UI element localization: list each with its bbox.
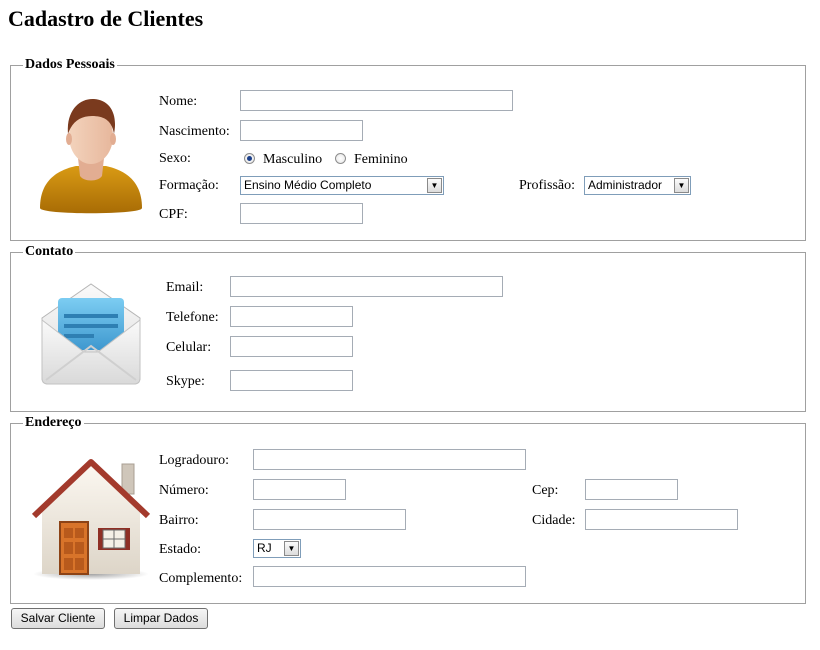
telefone-label: Telefone:: [166, 310, 219, 325]
cpf-input[interactable]: [240, 203, 363, 224]
celular-input[interactable]: [230, 336, 353, 357]
complemento-input[interactable]: [253, 566, 526, 587]
nome-input[interactable]: [240, 90, 513, 111]
contato-legend: Contato: [25, 244, 74, 259]
estado-value: RJ: [257, 541, 272, 555]
estado-label: Estado:: [159, 542, 201, 557]
nascimento-label: Nascimento:: [159, 124, 230, 139]
formacao-label: Formação:: [159, 178, 219, 193]
telefone-input[interactable]: [230, 306, 353, 327]
numero-label: Número:: [159, 483, 209, 498]
numero-input[interactable]: [253, 479, 346, 500]
formacao-value: Ensino Médio Completo: [244, 178, 372, 192]
bairro-label: Bairro:: [159, 513, 199, 528]
chevron-down-icon[interactable]: ▼: [674, 178, 689, 193]
chevron-down-icon[interactable]: ▼: [427, 178, 442, 193]
skype-label: Skype:: [166, 374, 205, 389]
page-title: Cadastro de Clientes: [8, 6, 204, 31]
chevron-down-icon[interactable]: ▼: [284, 541, 299, 556]
formacao-select[interactable]: Ensino Médio Completo ▼: [240, 176, 444, 195]
cep-label: Cep:: [532, 483, 559, 498]
logradouro-label: Logradouro:: [159, 453, 229, 468]
sexo-label: Sexo:: [159, 151, 191, 166]
email-label: Email:: [166, 280, 204, 295]
dados-pessoais-legend: Dados Pessoais: [25, 57, 115, 72]
email-input[interactable]: [230, 276, 503, 297]
nascimento-input[interactable]: [240, 120, 363, 141]
bairro-input[interactable]: [253, 509, 406, 530]
endereco-legend: Endereço: [25, 415, 82, 430]
nome-label: Nome:: [159, 94, 198, 109]
estado-select[interactable]: RJ ▼: [253, 539, 301, 558]
profissao-value: Administrador: [588, 178, 663, 192]
sexo-feminino-radio[interactable]: [335, 153, 346, 164]
cidade-input[interactable]: [585, 509, 738, 530]
profissao-select[interactable]: Administrador ▼: [584, 176, 691, 195]
cpf-label: CPF:: [159, 207, 188, 222]
profissao-label: Profissão:: [519, 178, 575, 193]
sexo-masculino-label[interactable]: Masculino: [263, 151, 322, 169]
complemento-label: Complemento:: [159, 571, 243, 586]
envelope-icon: [41, 283, 141, 385]
cidade-label: Cidade:: [532, 513, 576, 528]
skype-input[interactable]: [230, 370, 353, 391]
user-avatar-icon: [40, 98, 142, 214]
celular-label: Celular:: [166, 340, 212, 355]
save-button[interactable]: Salvar Cliente: [11, 608, 105, 629]
clear-button[interactable]: Limpar Dados: [114, 608, 208, 629]
cep-input[interactable]: [585, 479, 678, 500]
logradouro-input[interactable]: [253, 449, 526, 470]
sexo-feminino-label[interactable]: Feminino: [354, 151, 408, 169]
sexo-masculino-radio[interactable]: [244, 153, 255, 164]
house-icon: [31, 459, 151, 580]
